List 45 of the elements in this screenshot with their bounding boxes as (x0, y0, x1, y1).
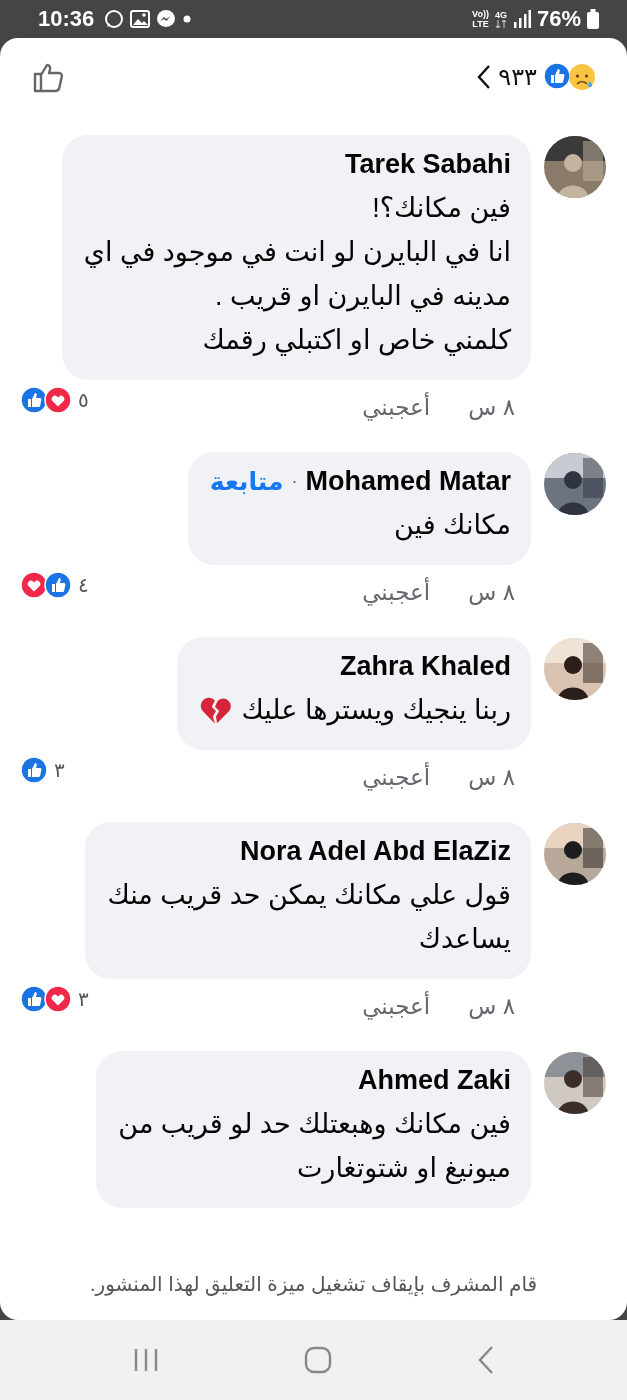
battery-icon (587, 9, 599, 29)
comment-text: قول علي مكانك يمكن حد قريب منك (107, 879, 511, 913)
like-link[interactable]: أعجبني (362, 394, 431, 421)
author-name[interactable]: Ahmed Zaki (357, 1065, 511, 1096)
reaction-count: ٩٣٣ (498, 62, 537, 91)
comment-time: ٨ س (468, 993, 515, 1020)
comment-time: ٨ س (468, 394, 515, 421)
like-link[interactable]: أعجبني (362, 579, 431, 606)
volte-label: Vo)) (472, 9, 489, 19)
author-name[interactable]: Nora Adel Abd ElaZiz (239, 836, 511, 867)
back-icon[interactable] (476, 1345, 495, 1375)
comment-text: مكانك فين (394, 509, 511, 543)
reaction-count: ٤ (78, 573, 89, 597)
reaction-count: ٣ (54, 758, 65, 782)
signal-icon (512, 10, 531, 28)
comment-time: ٨ س (468, 579, 515, 606)
comment-text: ميونيغ او شتوتغارت (296, 1152, 511, 1186)
chat-bubble-icon (104, 9, 125, 29)
comment-time: ٨ س (468, 764, 515, 791)
comment-text: يساعدك (418, 923, 511, 956)
lte-label: LTE (472, 19, 489, 29)
separator-dot: · (291, 471, 298, 492)
author-name[interactable]: Mohamed Matar (305, 466, 511, 497)
reaction-count: ٥ (78, 388, 89, 412)
like-link[interactable]: أعجبني (362, 764, 431, 791)
data-arrows-icon (494, 20, 507, 28)
author-name[interactable]: Zahra Khaled (339, 651, 511, 682)
author-name[interactable]: Tarek Sabahi (344, 149, 511, 180)
clock-time: 10:36 (38, 6, 95, 32)
like-link[interactable]: أعجبني (362, 993, 431, 1020)
notification-dot-icon (182, 14, 193, 24)
comment-text: فين مكانك؟! (372, 192, 511, 226)
messenger-icon (156, 9, 177, 29)
reaction-count: ٣ (78, 987, 89, 1011)
comment-text: ربنا ينجيك ويسترها عليك (241, 694, 511, 728)
comment-text: انا في البايرن لو انت في موجود في اي (83, 236, 511, 270)
image-icon (130, 10, 151, 28)
comment-text: مدينه في البايرن او قريب . (215, 280, 511, 314)
comment-text: كلمني خاص او اكتبلي رقمك (202, 324, 511, 358)
follow-link[interactable]: متابعة (209, 467, 284, 496)
comment-text: فين مكانك وهبعتلك حد لو قريب من (118, 1108, 511, 1142)
home-icon[interactable] (304, 1346, 333, 1374)
comments-disabled-notice: قام المشرف بإيقاف تشغيل ميزة التعليق لهذا المنشور. (88, 1272, 539, 1298)
battery-percent: 76% (536, 6, 581, 32)
network-label: 4G (494, 10, 507, 20)
